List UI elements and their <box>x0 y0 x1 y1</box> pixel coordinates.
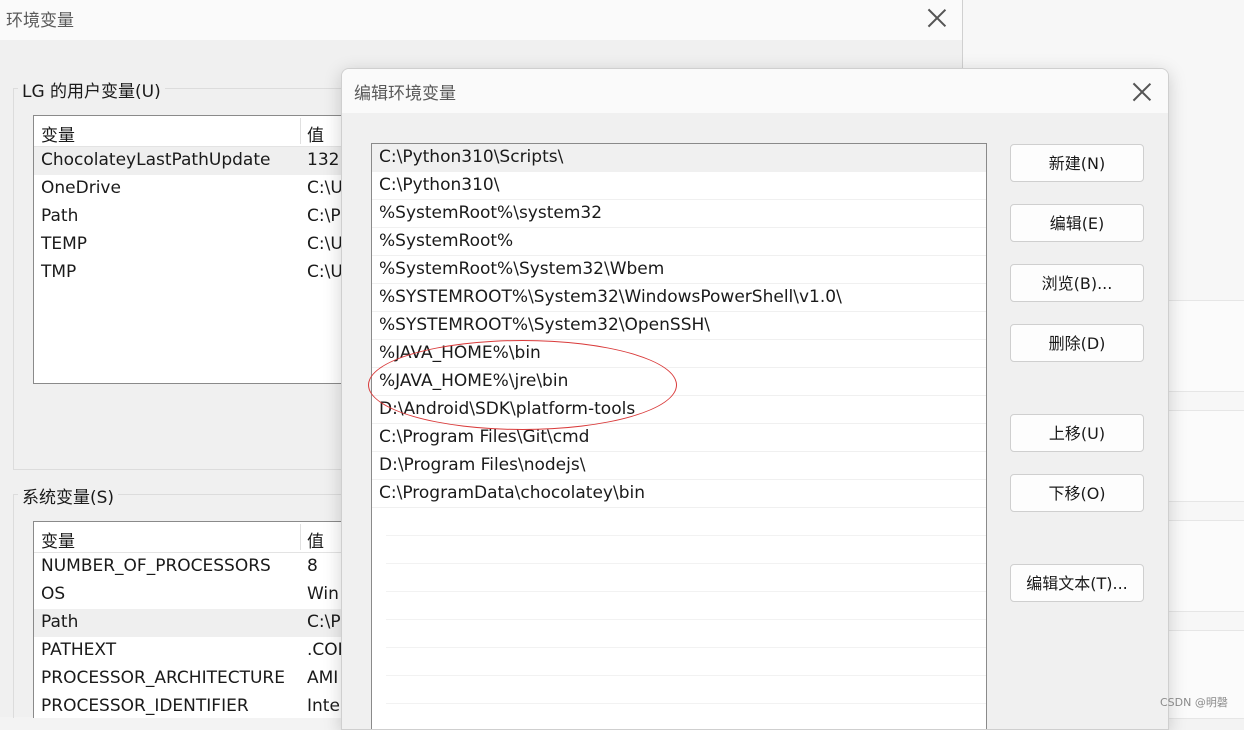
path-entry: %SystemRoot%\System32\Wbem <box>379 259 665 279</box>
path-entry: C:\Python310\Scripts\ <box>379 147 564 167</box>
list-item[interactable]: D:\Program Files\nodejs\ <box>372 452 986 480</box>
path-entry: %SystemRoot%\system32 <box>379 203 603 223</box>
table-row[interactable]: Path C:\P <box>34 203 354 231</box>
column-header-variable[interactable]: 变量 <box>41 527 75 552</box>
path-entry: %SYSTEMROOT%\System32\OpenSSH\ <box>379 315 711 335</box>
table-row[interactable]: OneDrive C:\U <box>34 175 354 203</box>
list-item[interactable]: C:\ProgramData\chocolatey\bin <box>372 480 986 508</box>
close-icon[interactable] <box>925 6 949 30</box>
variable-name: Path <box>41 206 79 226</box>
list-item[interactable]: %SystemRoot% <box>372 228 986 256</box>
list-item[interactable]: C:\Python310\ <box>372 172 986 200</box>
table-row[interactable]: PROCESSOR_IDENTIFIER Inte <box>34 693 354 718</box>
path-entry: D:\Android\SDK\platform-tools <box>379 399 636 419</box>
variable-value: .COI <box>307 640 343 660</box>
variable-name: NUMBER_OF_PROCESSORS <box>41 556 271 576</box>
system-variables-list[interactable]: 变量 值 NUMBER_OF_PROCESSORS 8 OS Win Path … <box>33 521 355 718</box>
empty-row <box>386 676 986 704</box>
variable-name: PROCESSOR_IDENTIFIER <box>41 696 249 716</box>
variable-value: C:\U <box>307 234 343 254</box>
move-down-button[interactable]: 下移(O) <box>1010 474 1144 512</box>
path-entry: C:\Python310\ <box>379 175 500 195</box>
variable-value: C:\U <box>307 262 343 282</box>
watermark: CSDN @明磬 <box>1160 696 1228 709</box>
table-row[interactable]: PROCESSOR_ARCHITECTURE AMI <box>34 665 354 693</box>
list-item[interactable]: %SystemRoot%\system32 <box>372 200 986 228</box>
variable-name: PROCESSOR_ARCHITECTURE <box>41 668 285 688</box>
edit-environment-variable-dialog: 编辑环境变量 C:\Python310\Scripts\ C:\Python31… <box>341 68 1169 730</box>
variable-value: Win <box>307 584 339 604</box>
empty-row <box>386 592 986 620</box>
path-entries-list[interactable]: C:\Python310\Scripts\ C:\Python310\ %Sys… <box>371 143 987 729</box>
background-panel <box>1167 300 1244 392</box>
list-header: 变量 值 <box>34 522 354 553</box>
path-entry: %SystemRoot% <box>379 231 514 251</box>
table-row[interactable]: Path C:\P <box>34 609 354 637</box>
empty-row <box>386 508 986 536</box>
list-item[interactable]: C:\Python310\Scripts\ <box>372 144 986 172</box>
variable-name: OneDrive <box>41 178 121 198</box>
table-row[interactable]: OS Win <box>34 581 354 609</box>
variable-value: C:\U <box>307 178 343 198</box>
dialog-title: 编辑环境变量 <box>354 84 456 104</box>
variable-name: PATHEXT <box>41 640 117 660</box>
column-header-value[interactable]: 值 <box>307 527 324 552</box>
delete-button[interactable]: 删除(D) <box>1010 324 1144 362</box>
variable-name: ChocolateyLastPathUpdate <box>41 150 271 170</box>
window-title: 环境变量 <box>6 11 74 31</box>
variable-name: TEMP <box>41 234 88 254</box>
window-titlebar: 环境变量 <box>0 0 962 40</box>
list-item[interactable]: D:\Android\SDK\platform-tools <box>372 396 986 424</box>
close-icon[interactable] <box>1130 80 1154 104</box>
list-item[interactable]: %SYSTEMROOT%\System32\WindowsPowerShell\… <box>372 284 986 312</box>
variable-value: 8 <box>307 556 318 576</box>
table-row[interactable]: TMP C:\U <box>34 259 354 287</box>
list-item[interactable]: %SystemRoot%\System32\Wbem <box>372 256 986 284</box>
column-divider[interactable] <box>300 524 301 550</box>
variable-name: OS <box>41 584 66 604</box>
list-item[interactable]: C:\Program Files\Git\cmd <box>372 424 986 452</box>
path-entry: C:\Program Files\Git\cmd <box>379 427 590 447</box>
empty-row <box>386 648 986 676</box>
path-entry: %JAVA_HOME%\bin <box>379 343 541 363</box>
column-divider[interactable] <box>300 118 301 144</box>
list-item[interactable]: %JAVA_HOME%\jre\bin <box>372 368 986 396</box>
column-header-value[interactable]: 值 <box>307 121 324 146</box>
list-header: 变量 值 <box>34 116 354 147</box>
table-row[interactable]: PATHEXT .COI <box>34 637 354 665</box>
empty-row <box>386 704 986 729</box>
variable-value: C:\P <box>307 206 341 226</box>
background-panel <box>1167 410 1244 502</box>
user-variables-list[interactable]: 变量 值 ChocolateyLastPathUpdate 132! OneDr… <box>33 115 355 384</box>
edit-text-button[interactable]: 编辑文本(T)... <box>1010 564 1144 602</box>
path-entry: %SYSTEMROOT%\System32\WindowsPowerShell\… <box>379 287 842 307</box>
empty-row <box>386 564 986 592</box>
path-entry: C:\ProgramData\chocolatey\bin <box>379 483 645 503</box>
path-entry: D:\Program Files\nodejs\ <box>379 455 586 475</box>
empty-row <box>386 620 986 648</box>
move-up-button[interactable]: 上移(U) <box>1010 414 1144 452</box>
dialog-titlebar: 编辑环境变量 <box>342 69 1168 113</box>
edit-button[interactable]: 编辑(E) <box>1010 204 1144 242</box>
table-row[interactable]: NUMBER_OF_PROCESSORS 8 <box>34 553 354 581</box>
variable-value: AMI <box>307 668 339 688</box>
system-variables-label: 系统变量(S) <box>18 483 119 508</box>
variable-value: Inte <box>307 696 340 716</box>
user-variables-label: LG 的用户变量(U) <box>18 77 165 102</box>
table-row[interactable]: ChocolateyLastPathUpdate 132! <box>34 147 354 175</box>
table-row[interactable]: TEMP C:\U <box>34 231 354 259</box>
variable-name: TMP <box>41 262 77 282</box>
list-item[interactable]: %JAVA_HOME%\bin <box>372 340 986 368</box>
path-entry: %JAVA_HOME%\jre\bin <box>379 371 569 391</box>
browse-button[interactable]: 浏览(B)... <box>1010 264 1144 302</box>
new-button[interactable]: 新建(N) <box>1010 144 1144 182</box>
list-item[interactable]: %SYSTEMROOT%\System32\OpenSSH\ <box>372 312 986 340</box>
background-panel <box>1167 520 1244 612</box>
column-header-variable[interactable]: 变量 <box>41 121 75 146</box>
empty-row <box>386 536 986 564</box>
variable-value: C:\P <box>307 612 341 632</box>
variable-name: Path <box>41 612 79 632</box>
